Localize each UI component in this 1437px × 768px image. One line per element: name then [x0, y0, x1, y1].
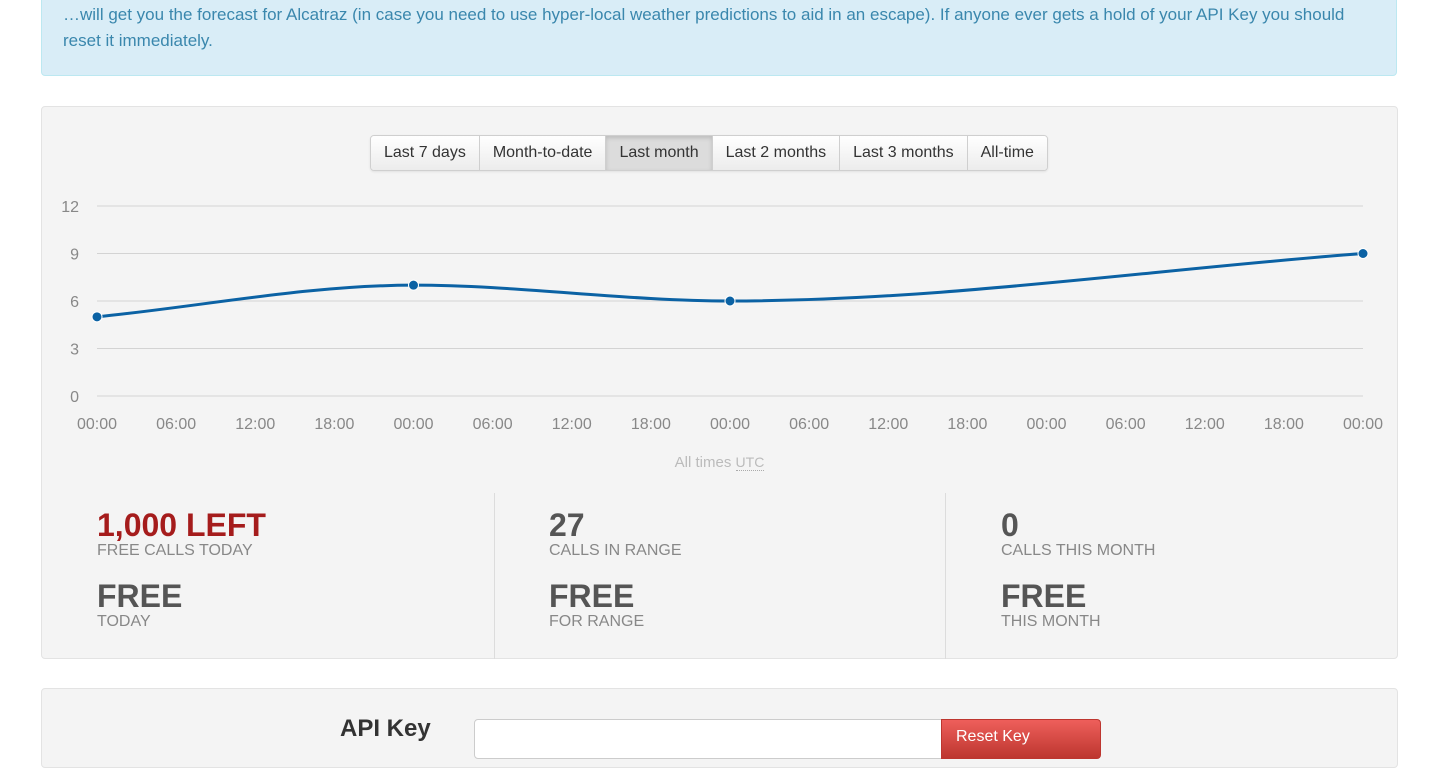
- cost-range-value: FREE: [549, 578, 635, 614]
- api-key-field[interactable]: [474, 719, 944, 759]
- info-alert: …will get you the forecast for Alcatraz …: [41, 0, 1397, 76]
- alert-text: …will get you the forecast for Alcatraz …: [63, 5, 1345, 50]
- x-tick-label: 18:00: [631, 416, 671, 433]
- cost-month-label: THIS MONTH: [1001, 613, 1101, 630]
- x-tick-label: 06:00: [473, 416, 513, 433]
- x-tick-label: 06:00: [789, 416, 829, 433]
- timezone-prefix: All times: [674, 454, 732, 471]
- calls-in-range-value: 27: [549, 507, 585, 543]
- x-tick-label: 00:00: [710, 416, 750, 433]
- y-tick-label: 0: [70, 389, 79, 406]
- reset-key-button[interactable]: Reset Key: [941, 719, 1101, 759]
- usage-chart: 0 3 6 9 12 00:00 06:00 12:00 18:00 00:00 06:00 12:0…: [61, 199, 1383, 433]
- data-point: [724, 295, 736, 307]
- free-calls-left-value: 1,000 LEFT: [97, 507, 266, 543]
- x-tick-label: 00:00: [1026, 416, 1066, 433]
- x-tick-label: 06:00: [1106, 416, 1146, 433]
- calls-this-month-value: 0: [1001, 507, 1019, 543]
- calls-in-range-label: CALLS IN RANGE: [549, 542, 682, 559]
- timezone-abbr: UTC: [735, 454, 765, 471]
- stat-column-month: 0 CALLS THIS MONTH FREE THIS MONTH: [945, 493, 1397, 659]
- x-tick-label: 00:00: [393, 416, 433, 433]
- data-point: [408, 279, 419, 291]
- x-tick-label: 00:00: [77, 416, 117, 433]
- data-point: [91, 311, 103, 323]
- cost-today-label: TODAY: [97, 613, 151, 630]
- y-tick-label: 12: [61, 199, 79, 216]
- usage-panel: Last 7 days Month-to-date Last month Las…: [41, 106, 1398, 659]
- x-tick-label: 12:00: [552, 416, 592, 433]
- x-tick-label: 00:00: [1343, 416, 1383, 433]
- api-key-label: API Key: [340, 715, 431, 742]
- x-tick-label: 18:00: [947, 416, 987, 433]
- x-tick-label: 18:00: [1264, 416, 1304, 433]
- timezone-note: All times UTC: [42, 454, 1397, 471]
- x-tick-label: 12:00: [1185, 416, 1225, 433]
- series-line: [96, 252, 1364, 319]
- x-tick-label: 12:00: [868, 416, 908, 433]
- x-tick-label: 18:00: [314, 416, 354, 433]
- cost-today-value: FREE: [97, 578, 183, 614]
- calls-this-month-label: CALLS THIS MONTH: [1001, 542, 1156, 559]
- y-tick-label: 3: [70, 342, 79, 359]
- cost-month-value: FREE: [1001, 578, 1087, 614]
- y-tick-label: 6: [70, 294, 79, 311]
- cost-range-label: FOR RANGE: [549, 613, 645, 630]
- x-tick-label: 06:00: [156, 416, 196, 433]
- api-key-panel: API Key Reset Key: [41, 688, 1398, 768]
- data-point: [1357, 248, 1369, 259]
- stat-column-today: 1,000 LEFT FREE CALLS TODAY FREE TODAY: [97, 493, 494, 659]
- free-calls-left-label: FREE CALLS TODAY: [97, 542, 253, 559]
- x-tick-label: 12:00: [235, 416, 275, 433]
- y-tick-label: 9: [70, 247, 79, 264]
- stat-column-range: 27 CALLS IN RANGE FREE FOR RANGE: [494, 493, 945, 659]
